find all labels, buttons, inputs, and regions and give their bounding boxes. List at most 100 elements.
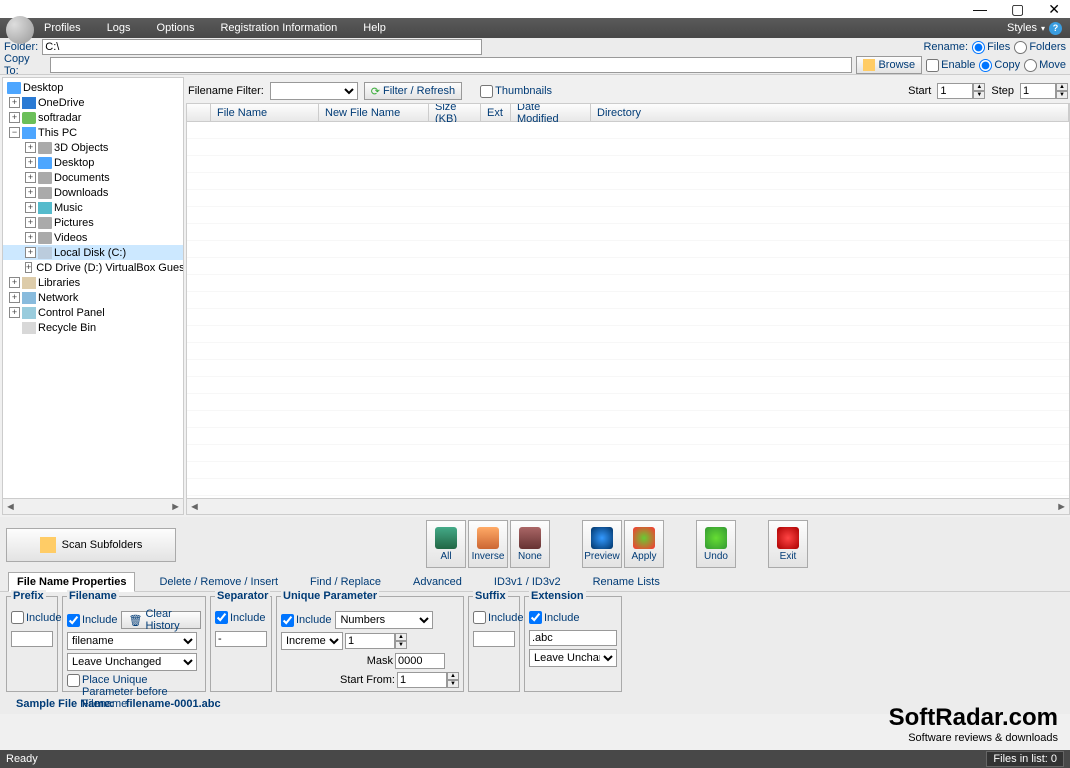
- copyto-input[interactable]: [50, 57, 852, 73]
- expander-icon[interactable]: +: [9, 277, 20, 288]
- tab-filename-properties[interactable]: File Name Properties: [8, 572, 135, 592]
- expander-icon[interactable]: +: [25, 262, 32, 273]
- expander-icon[interactable]: +: [25, 247, 36, 258]
- help-icon[interactable]: ?: [1049, 22, 1062, 35]
- expander-icon[interactable]: +: [9, 292, 20, 303]
- menu-logs[interactable]: Logs: [107, 22, 131, 34]
- grid-header-date[interactable]: Date Modified: [511, 104, 591, 122]
- tree-localdisk[interactable]: Local Disk (C:): [54, 247, 126, 259]
- suffix-input[interactable]: [473, 631, 515, 647]
- unique-include-checkbox[interactable]: Include: [281, 614, 331, 627]
- tree-pictures[interactable]: Pictures: [54, 217, 94, 229]
- tree-scrollbar[interactable]: ◄►: [3, 498, 183, 514]
- select-inverse-button[interactable]: Inverse: [468, 520, 508, 568]
- extension-case-select[interactable]: Leave Unchanged: [529, 649, 617, 667]
- select-all-button[interactable]: All: [426, 520, 466, 568]
- scan-subfolders-button[interactable]: Scan Subfolders: [6, 528, 176, 562]
- expander-icon[interactable]: +: [9, 97, 20, 108]
- start-spinner[interactable]: ▲▼: [973, 83, 985, 99]
- filename-select[interactable]: filename: [67, 632, 197, 650]
- step-input[interactable]: [1020, 83, 1056, 99]
- filter-refresh-button[interactable]: ⟳Filter / Refresh: [364, 82, 462, 100]
- enable-checkbox[interactable]: Enable: [926, 59, 975, 72]
- suffix-include-checkbox[interactable]: Include: [473, 611, 523, 624]
- copy-radio[interactable]: Copy: [979, 59, 1020, 72]
- tab-delete-remove-insert[interactable]: Delete / Remove / Insert: [151, 573, 286, 591]
- expander-icon[interactable]: +: [9, 307, 20, 318]
- preview-button[interactable]: Preview: [582, 520, 622, 568]
- unique-type-select[interactable]: Numbers: [335, 611, 433, 629]
- tree-downloads[interactable]: Downloads: [54, 187, 108, 199]
- tab-id3[interactable]: ID3v1 / ID3v2: [486, 573, 569, 591]
- thumbnails-checkbox[interactable]: Thumbnails: [480, 85, 552, 98]
- tab-advanced[interactable]: Advanced: [405, 573, 470, 591]
- mask-input[interactable]: [395, 653, 445, 669]
- increment-spinner[interactable]: ▲▼: [395, 633, 407, 649]
- tree-videos[interactable]: Videos: [54, 232, 87, 244]
- separator-input[interactable]: [215, 631, 267, 647]
- rename-folders-radio[interactable]: Folders: [1014, 41, 1066, 54]
- close-button[interactable]: ✕: [1048, 1, 1060, 18]
- move-radio[interactable]: Move: [1024, 59, 1066, 72]
- increment-select[interactable]: Increment: [281, 632, 343, 650]
- menu-styles[interactable]: Styles: [1007, 22, 1037, 34]
- step-spinner[interactable]: ▲▼: [1056, 83, 1068, 99]
- filter-select[interactable]: [270, 82, 358, 100]
- startfrom-input[interactable]: [397, 672, 447, 688]
- menu-help[interactable]: Help: [363, 22, 386, 34]
- tree-thispc[interactable]: This PC: [38, 127, 77, 139]
- browse-button[interactable]: Browse: [856, 56, 922, 74]
- filename-include-checkbox[interactable]: Include: [67, 614, 117, 627]
- file-grid[interactable]: File Name New File Name Size (KB) Ext Da…: [186, 103, 1070, 515]
- expander-icon[interactable]: −: [9, 127, 20, 138]
- expander-icon[interactable]: +: [25, 187, 36, 198]
- undo-button[interactable]: Undo: [696, 520, 736, 568]
- increment-input[interactable]: [345, 633, 395, 649]
- tree-onedrive[interactable]: OneDrive: [38, 97, 84, 109]
- expander-icon[interactable]: +: [25, 142, 36, 153]
- tree-desktop2[interactable]: Desktop: [54, 157, 94, 169]
- clear-history-button[interactable]: 🗑Clear History: [121, 611, 201, 629]
- separator-include-checkbox[interactable]: Include: [215, 611, 265, 624]
- apply-button[interactable]: Apply: [624, 520, 664, 568]
- tree-desktop[interactable]: Desktop: [23, 82, 63, 94]
- tab-rename-lists[interactable]: Rename Lists: [585, 573, 668, 591]
- prefix-include-checkbox[interactable]: Include: [11, 611, 61, 624]
- tree-3dobjects[interactable]: 3D Objects: [54, 142, 108, 154]
- expander-icon[interactable]: +: [9, 112, 20, 123]
- expander-icon[interactable]: +: [25, 217, 36, 228]
- tree-music[interactable]: Music: [54, 202, 83, 214]
- tree-cddrive[interactable]: CD Drive (D:) VirtualBox Guest: [36, 262, 184, 274]
- grid-header-directory[interactable]: Directory: [591, 104, 1069, 122]
- start-input[interactable]: [937, 83, 973, 99]
- tree-libraries[interactable]: Libraries: [38, 277, 80, 289]
- tree-softradar[interactable]: softradar: [38, 112, 81, 124]
- expander-icon[interactable]: +: [25, 232, 36, 243]
- tree-documents[interactable]: Documents: [54, 172, 110, 184]
- menu-profiles[interactable]: Profiles: [44, 22, 81, 34]
- prefix-input[interactable]: [11, 631, 53, 647]
- select-none-button[interactable]: None: [510, 520, 550, 568]
- place-unique-checkbox[interactable]: Place Unique Parameter before Filename: [67, 674, 201, 710]
- filename-case-select[interactable]: Leave Unchanged: [67, 653, 197, 671]
- extension-input[interactable]: [529, 630, 617, 646]
- grid-header-newname[interactable]: New File Name: [319, 104, 429, 122]
- minimize-button[interactable]: —: [973, 1, 987, 17]
- grid-header-select[interactable]: [187, 104, 211, 122]
- expander-icon[interactable]: +: [25, 202, 36, 213]
- tree-recyclebin[interactable]: Recycle Bin: [38, 322, 96, 334]
- rename-files-radio[interactable]: Files: [972, 41, 1010, 54]
- startfrom-spinner[interactable]: ▲▼: [447, 672, 459, 688]
- grid-header-filename[interactable]: File Name: [211, 104, 319, 122]
- tree-controlpanel[interactable]: Control Panel: [38, 307, 105, 319]
- maximize-button[interactable]: ▢: [1011, 1, 1024, 18]
- folder-input[interactable]: [42, 39, 482, 55]
- exit-button[interactable]: Exit: [768, 520, 808, 568]
- tree-network[interactable]: Network: [38, 292, 78, 304]
- menu-options[interactable]: Options: [157, 22, 195, 34]
- expander-icon[interactable]: +: [25, 172, 36, 183]
- grid-header-ext[interactable]: Ext: [481, 104, 511, 122]
- grid-header-size[interactable]: Size (KB): [429, 104, 481, 122]
- expander-icon[interactable]: +: [25, 157, 36, 168]
- extension-include-checkbox[interactable]: Include: [529, 611, 579, 624]
